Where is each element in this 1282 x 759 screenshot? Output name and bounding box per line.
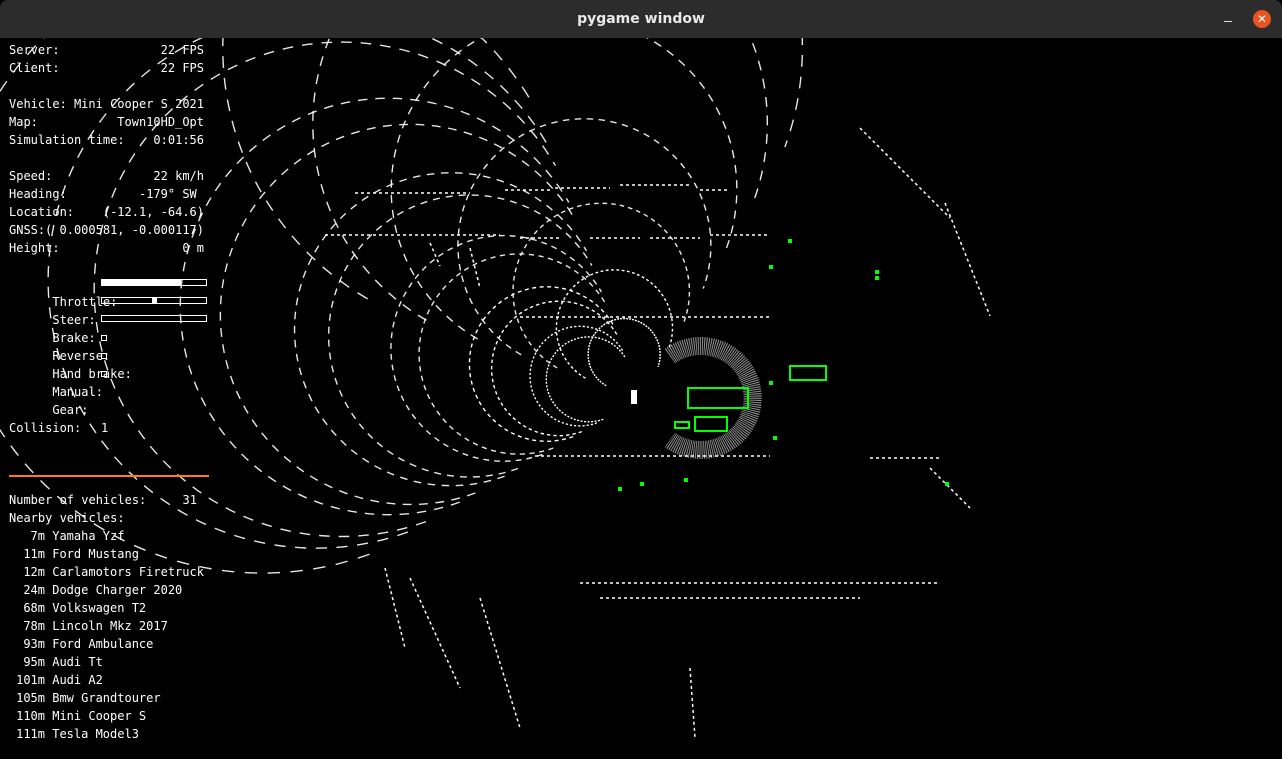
nearby-vehicle-name: Tesla Model3	[45, 727, 139, 741]
nearby-vehicle-item: 12m Carlamotors Firetruck	[9, 563, 204, 581]
client-label: Client:	[9, 61, 60, 75]
nearby-vehicle-distance: 7m	[30, 529, 45, 543]
nearby-vehicles-label: Nearby vehicles:	[9, 511, 125, 525]
collision-label: Collision:	[9, 421, 82, 435]
num-vehicles-label: Number of vehicles:	[9, 493, 147, 507]
nearby-vehicle-name: Carlamotors Firetruck	[45, 565, 204, 579]
lidar-structures	[325, 127, 991, 739]
location-row: Location: (-12.1, -64.6)	[9, 203, 212, 221]
steer-row: Steer:	[9, 293, 212, 327]
num-vehicles-row: Number of vehicles: 31	[9, 491, 205, 509]
brake-row: Brake:	[9, 311, 212, 345]
nearby-vehicle-distance: 95m	[23, 655, 45, 669]
map-value: Town10HD_Opt	[117, 115, 204, 129]
nearby-vehicle-item: 101m Audi A2	[9, 671, 103, 689]
heading-value: -179° SW	[138, 187, 204, 201]
nearby-vehicle-distance: 93m	[23, 637, 45, 651]
gnss-row: GNSS:( 0.000581, -0.000117)	[9, 221, 212, 239]
gnss-value: ( 0.000581, -0.000117)	[45, 223, 204, 237]
nearby-vehicle-distance: 105m	[16, 691, 45, 705]
throttle-bar-fill	[102, 280, 182, 285]
client-fps-row: Client: 22 FPS	[9, 59, 212, 77]
throttle-bar	[101, 279, 207, 286]
nearby-vehicle-distance: 68m	[23, 601, 45, 615]
nearby-vehicle-name: Yamaha Yzf	[45, 529, 125, 543]
minimize-icon[interactable]	[1220, 11, 1236, 27]
collision-row: Collision:	[9, 419, 212, 437]
client-fps-value: 22 FPS	[160, 61, 204, 75]
steer-marker	[151, 298, 157, 303]
nearby-vehicle-name: Ford Ambulance	[45, 637, 154, 651]
nearby-vehicle-item: 11m Ford Mustang	[9, 545, 139, 563]
nearby-vehicle-item: 78m Lincoln Mkz 2017	[9, 617, 168, 635]
speed-value: 22 km/h	[153, 169, 204, 183]
hand-brake-checkbox	[101, 353, 107, 359]
nearby-vehicle-distance: 101m	[16, 673, 45, 687]
speed-label: Speed:	[9, 169, 53, 183]
height-row: Height: 0 m	[9, 239, 212, 257]
nearby-vehicle-distance: 12m	[23, 565, 45, 579]
nearby-vehicle-item: 68m Volkswagen T2	[9, 599, 146, 617]
close-icon[interactable]: ✕	[1253, 10, 1271, 28]
steer-bar	[101, 297, 207, 304]
collision-graph-line	[9, 475, 209, 477]
gear-label: Gear:	[52, 403, 89, 417]
num-vehicles-value: 31	[182, 493, 197, 507]
vehicle-label: Vehicle:	[9, 97, 67, 111]
nearby-vehicle-name: Dodge Charger 2020	[45, 583, 183, 597]
nearby-vehicle-name: Mini Cooper S	[45, 709, 147, 723]
heading-row: Heading: -179° SW	[9, 185, 212, 203]
gear-row: Gear: 1	[9, 383, 212, 435]
gnss-label: GNSS:	[9, 223, 46, 237]
nearby-vehicle-distance: 24m	[23, 583, 45, 597]
pygame-canvas[interactable]: Server: 22 FPS Client: 22 FPS Vehicle: Mini…	[0, 38, 1282, 759]
nearby-vehicle-item: 110m Mini Cooper S	[9, 707, 146, 725]
location-label: Location:	[9, 205, 75, 219]
server-fps-value: 22 FPS	[160, 43, 204, 57]
height-value: 0 m	[182, 241, 204, 255]
sim-time-row: Simulation time: 0:01:56	[9, 131, 212, 149]
vehicle-row: Vehicle: Mini Cooper S 2021	[9, 95, 212, 113]
nearby-vehicle-distance: 11m	[23, 547, 45, 561]
window-title: pygame window	[577, 11, 705, 27]
sim-time-value: 0:01:56	[153, 133, 204, 147]
nearby-vehicle-name: Audi A2	[45, 673, 103, 687]
window-titlebar[interactable]: pygame window ✕	[0, 0, 1282, 39]
reverse-checkbox	[101, 335, 107, 341]
nearby-vehicle-distance: 111m	[16, 727, 45, 741]
vehicle-bounding-boxes	[618, 239, 949, 491]
brake-bar	[101, 315, 207, 322]
vehicle-value: Mini Cooper S 2021	[73, 97, 204, 111]
nearby-vehicle-distance: 110m	[16, 709, 45, 723]
nearby-vehicle-distance: 78m	[23, 619, 45, 633]
throttle-row: Throttle:	[9, 275, 212, 309]
location-value: (-12.1, -64.6)	[102, 205, 204, 219]
sim-time-label: Simulation time:	[9, 133, 125, 147]
manual-checkbox	[101, 371, 107, 377]
nearby-vehicle-item: 111m Tesla Model3	[9, 725, 139, 743]
server-fps-row: Server: 22 FPS	[9, 41, 212, 59]
nearby-vehicle-name: Volkswagen T2	[45, 601, 147, 615]
hand-brake-row: Hand brake:	[9, 347, 212, 381]
reverse-row: Reverse:	[9, 329, 212, 363]
heading-label: Heading:	[9, 187, 67, 201]
server-label: Server:	[9, 43, 60, 57]
nearby-vehicle-item: 105m Bmw Grandtourer	[9, 689, 161, 707]
hud-panel: Server: 22 FPS Client: 22 FPS Vehicle: Mini…	[0, 38, 220, 759]
nearby-vehicle-item: 24m Dodge Charger 2020	[9, 581, 182, 599]
nearby-vehicle-item: 93m Ford Ambulance	[9, 635, 153, 653]
nearby-vehicle-name: Bmw Grandtourer	[45, 691, 161, 705]
nearby-vehicle-name: Audi Tt	[45, 655, 103, 669]
nearby-vehicle-name: Ford Mustang	[45, 547, 139, 561]
speed-row: Speed: 22 km/h	[9, 167, 212, 185]
manual-row: Manual:	[9, 365, 212, 399]
nearby-vehicle-name: Lincoln Mkz 2017	[45, 619, 168, 633]
nearby-vehicle-item: 95m Audi Tt	[9, 653, 103, 671]
map-label: Map:	[9, 115, 38, 129]
height-label: Height:	[9, 241, 60, 255]
map-row: Map: Town10HD_Opt	[9, 113, 212, 131]
nearby-vehicle-item: 7m Yamaha Yzf	[9, 527, 125, 545]
nearby-title-row: Nearby vehicles:	[9, 509, 212, 527]
